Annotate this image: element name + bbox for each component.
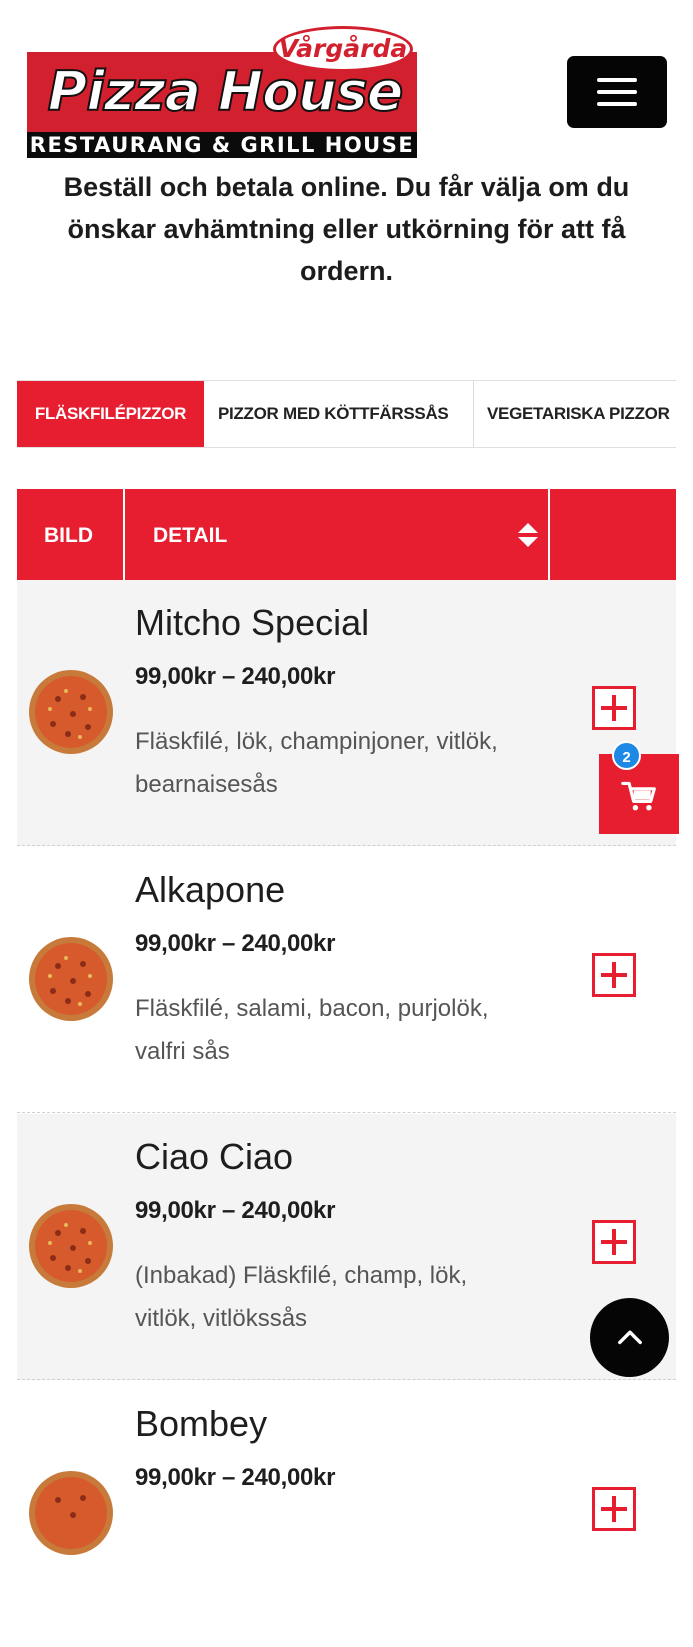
product-price: 99,00kr – 240,00kr (135, 930, 336, 957)
column-divider (548, 489, 550, 580)
tab-pizzor-med-kottfarssas[interactable]: PIZZOR MED KÖTTFÄRSSÅS (218, 381, 449, 447)
floating-cart-button[interactable] (599, 754, 679, 834)
table-row: Alkapone 99,00kr – 240,00kr Fläskfilé, s… (17, 847, 676, 1113)
table-row: Mitcho Special 99,00kr – 240,00kr Fläskf… (17, 580, 676, 846)
add-to-cart-button[interactable] (592, 953, 636, 997)
table-row: Ciao Ciao 99,00kr – 240,00kr (Inbakad) F… (17, 1114, 676, 1380)
product-name[interactable]: Ciao Ciao (135, 1136, 293, 1178)
product-name[interactable]: Alkapone (135, 869, 285, 911)
site-logo[interactable]: Pizza House RESTAURANG & GRILL HOUSE Vår… (27, 26, 417, 158)
product-price: 99,00kr – 240,00kr (135, 663, 336, 690)
column-divider (123, 489, 125, 580)
add-to-cart-button[interactable] (592, 1220, 636, 1264)
intro-text: Beställ och betala online. Du får välja … (63, 172, 630, 286)
scroll-to-top-button[interactable] (590, 1298, 669, 1377)
product-description: Fläskfilé, lök, champinjoner, vitlök, be… (135, 728, 498, 798)
category-tabs: FLÄSKFILÉPIZZOR PIZZOR MED KÖTTFÄRSSÅS V… (17, 380, 676, 448)
add-to-cart-button[interactable] (592, 686, 636, 730)
pizza-image[interactable] (28, 669, 114, 755)
add-to-cart-button[interactable] (592, 1487, 636, 1531)
column-header-image: BILD (44, 524, 93, 547)
cart-icon (621, 781, 656, 811)
table-header: BILD DETAIL (17, 489, 676, 580)
pizza-image[interactable] (28, 1470, 114, 1556)
tab-flaskfilepizzor[interactable]: FLÄSKFILÉPIZZOR (17, 381, 204, 447)
tab-divider (473, 381, 474, 447)
menu-toggle-button[interactable] (567, 56, 667, 128)
product-price: 99,00kr – 240,00kr (135, 1197, 336, 1224)
chevron-up-icon (618, 1330, 642, 1345)
table-row: Bombey 99,00kr – 240,00kr (17, 1381, 676, 1647)
pizza-image[interactable] (28, 1203, 114, 1289)
column-header-detail[interactable]: DETAIL (153, 489, 227, 580)
product-description: Fläskfilé, salami, bacon, purjolök, valf… (135, 995, 489, 1065)
cart-count-badge: 2 (612, 741, 641, 770)
pizza-image[interactable] (28, 936, 114, 1022)
logo-tagline: RESTAURANG & GRILL HOUSE (27, 132, 417, 158)
product-name[interactable]: Bombey (135, 1403, 267, 1445)
logo-town-text: Vårgårda (278, 34, 408, 63)
product-price: 99,00kr – 240,00kr (135, 1464, 336, 1491)
product-name[interactable]: Mitcho Special (135, 602, 369, 644)
product-description: (Inbakad) Fläskfilé, champ, lök, vitlök,… (135, 1262, 468, 1332)
tab-vegetariska-pizzor[interactable]: VEGETARISKA PIZZOR (487, 381, 670, 447)
sort-icon[interactable] (517, 523, 539, 547)
